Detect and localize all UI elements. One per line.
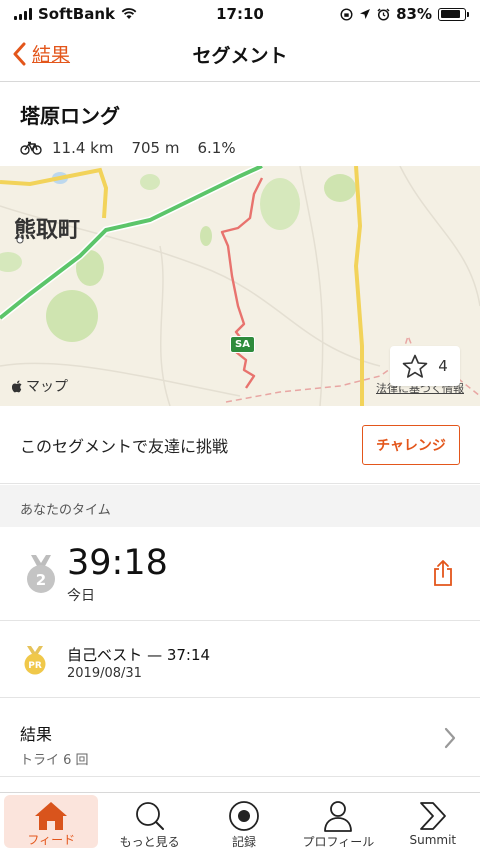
tab-record-label: 記録	[232, 835, 257, 849]
tab-bar: フィード もっと見る 記録 プロフィール Summit	[0, 792, 480, 854]
segment-stats: 11.4 km 705 m 6.1%	[20, 139, 460, 157]
star-button[interactable]: 4	[390, 346, 460, 386]
battery-percent: 83%	[396, 5, 432, 23]
segment-name: 塔原ロング	[20, 104, 120, 128]
rank-number: 2	[36, 571, 46, 589]
segment-header: 塔原ロング 11.4 km 705 m 6.1%	[20, 100, 460, 157]
profile-icon	[323, 799, 353, 833]
personal-best-row: PR 自己ベスト — 37:14 2019/08/31	[0, 622, 480, 698]
personal-best-title: 自己ベスト — 37:14	[67, 646, 211, 664]
home-icon	[34, 801, 68, 831]
tab-explore[interactable]: もっと見る	[102, 793, 196, 854]
bike-icon	[20, 141, 42, 155]
challenge-button[interactable]: チャレンジ	[362, 424, 460, 465]
nav-bar: 結果 セグメント	[0, 28, 480, 82]
results-row[interactable]: 結果 トライ 6 回	[0, 699, 480, 777]
search-icon	[135, 799, 165, 833]
segment-distance: 11.4 km	[52, 139, 114, 157]
pr-badge-label: PR	[28, 661, 42, 671]
apple-logo-icon	[12, 380, 22, 392]
wifi-icon	[121, 8, 137, 19]
your-time-row: 2 39:18 今日	[0, 527, 480, 621]
your-time-date: 今日	[67, 588, 95, 604]
chevron-left-icon	[13, 42, 26, 65]
star-count: 4	[438, 357, 448, 375]
star-icon	[402, 354, 428, 378]
carrier-name: SoftBank	[38, 5, 116, 23]
location-icon	[360, 9, 371, 19]
tab-feed-label: フィード	[27, 833, 76, 847]
status-left: SoftBank	[14, 5, 174, 23]
status-time: 17:10	[216, 5, 264, 23]
rotation-lock-icon	[340, 7, 353, 21]
personal-best-date: 2019/08/31	[67, 666, 142, 681]
challenge-text: このセグメントで友達に挑戦	[20, 436, 229, 456]
summit-icon	[419, 799, 447, 833]
page-title: セグメント	[192, 45, 288, 67]
share-icon[interactable]	[432, 559, 454, 587]
your-time-value: 39:18	[67, 543, 168, 583]
your-time-section-header: あなたのタイム	[0, 485, 480, 527]
segment-distance-group: 11.4 km	[20, 139, 113, 157]
segment-elevation: 705 m	[131, 139, 180, 157]
results-title: 結果	[20, 725, 53, 744]
chevron-right-icon	[444, 727, 456, 749]
tab-record[interactable]: 記録	[197, 793, 291, 854]
tab-feed[interactable]: フィード	[4, 795, 99, 848]
back-button[interactable]: 結果	[12, 40, 70, 67]
challenge-row: このセグメントで友達に挑戦 チャレンジ	[0, 406, 480, 484]
tab-summit[interactable]: Summit	[386, 793, 480, 854]
road-badge: SA	[230, 336, 255, 353]
segment-grade: 6.1%	[197, 139, 236, 157]
map-attribution-label: マップ	[26, 379, 68, 395]
signal-icon	[14, 8, 32, 20]
tab-profile[interactable]: プロフィール	[291, 793, 385, 854]
status-bar: SoftBank 17:10 83%	[0, 0, 480, 28]
battery-fill	[440, 10, 460, 18]
map-town-label: 熊取町	[14, 218, 81, 243]
back-button-label: 結果	[32, 44, 71, 66]
map-attribution: マップ	[12, 376, 68, 396]
record-icon	[228, 799, 260, 833]
tab-explore-label: もっと見る	[119, 835, 180, 849]
tab-profile-label: プロフィール	[302, 835, 375, 849]
status-right: 83%	[306, 5, 469, 23]
results-subtitle: トライ 6 回	[20, 753, 89, 768]
pr-medal-icon: PR	[24, 646, 46, 675]
alarm-icon	[377, 7, 390, 21]
silver-medal-icon: 2	[27, 555, 55, 593]
battery-icon	[438, 7, 469, 21]
tab-summit-label: Summit	[409, 833, 457, 847]
